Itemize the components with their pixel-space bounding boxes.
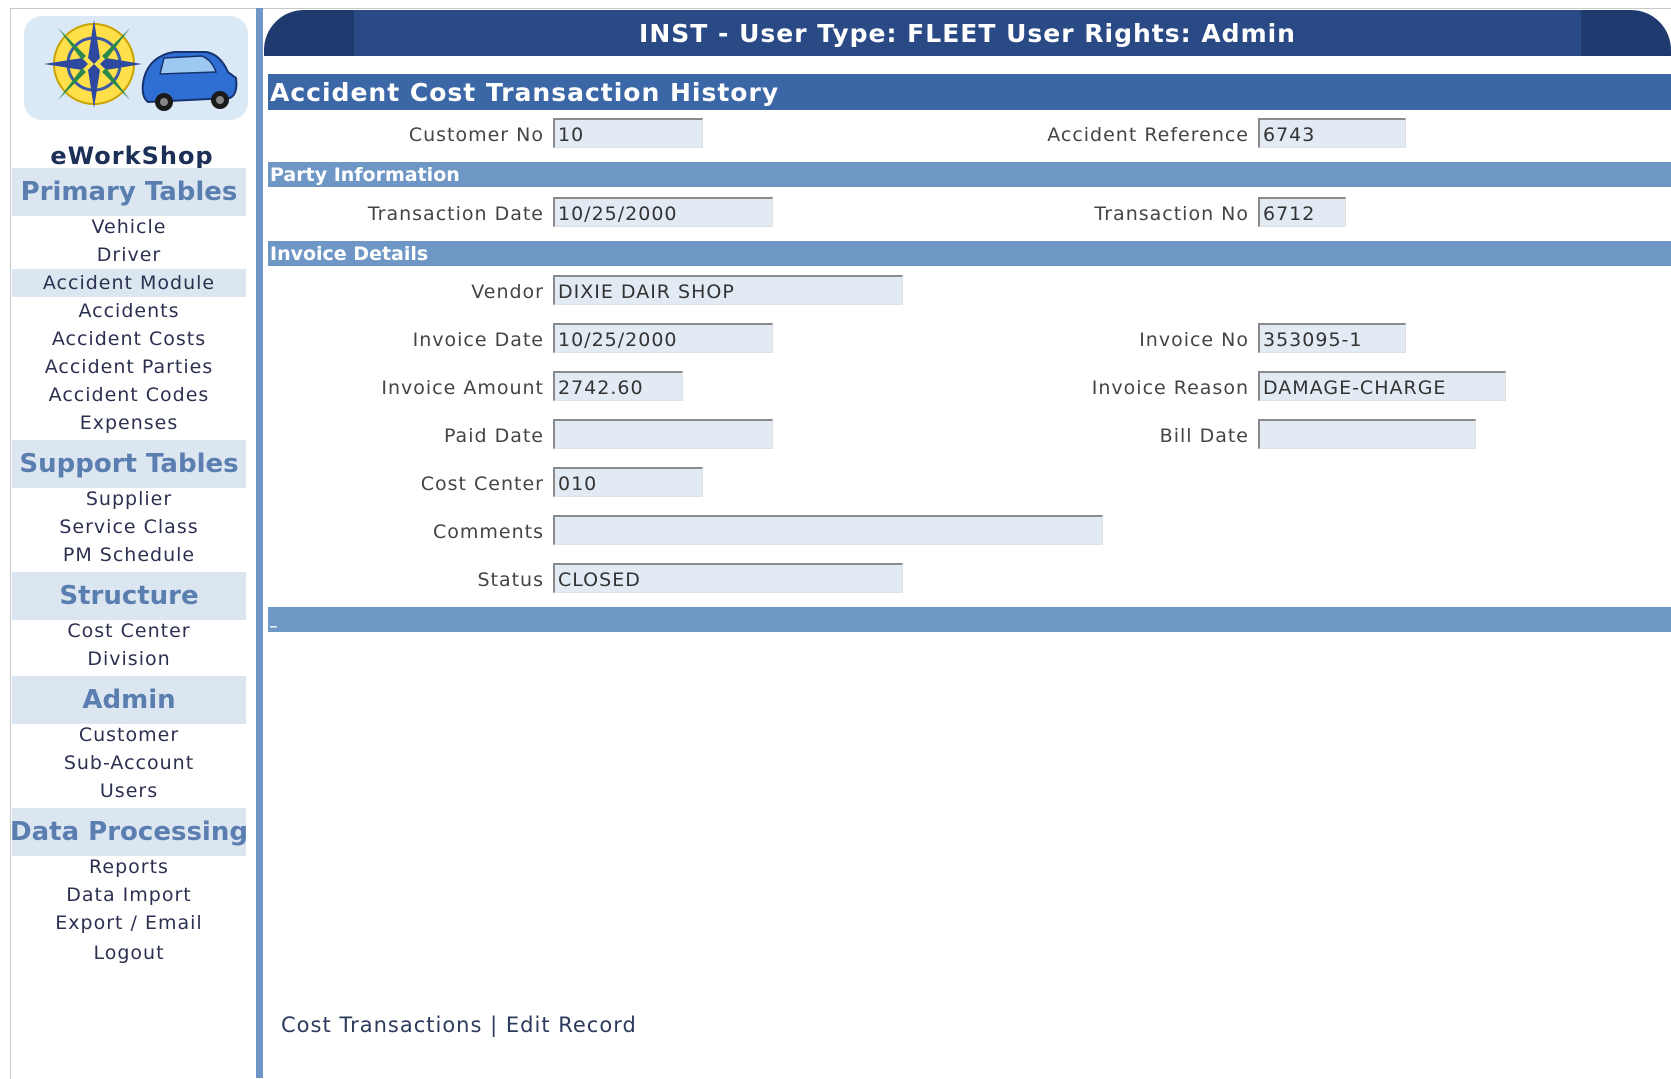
nav-item-cost-center[interactable]: Cost Center (12, 617, 246, 645)
invoice-no-label: Invoice No (1139, 329, 1249, 351)
invoice-reason-field[interactable]: DAMAGE-CHARGE (1258, 371, 1506, 401)
vendor-field[interactable]: DIXIE DAIR SHOP (553, 275, 903, 305)
bill-date-field[interactable] (1258, 419, 1476, 449)
comments-field[interactable] (553, 515, 1103, 545)
nav-item-accident-codes[interactable]: Accident Codes (12, 381, 246, 409)
nav-item-sub-account[interactable]: Sub-Account (12, 749, 246, 777)
paid-date-label: Paid Date (443, 425, 544, 447)
vendor-label: Vendor (471, 281, 544, 303)
accident-reference-label: Accident Reference (1047, 124, 1249, 146)
party-information-header: Party Information (268, 162, 1671, 187)
transaction-no-label: Transaction No (1094, 203, 1249, 225)
invoice-date-field[interactable]: 10/25/2000 (553, 323, 773, 353)
customer-no-label: Customer No (408, 124, 544, 146)
nav-item-supplier[interactable]: Supplier (12, 485, 246, 513)
comments-label: Comments (433, 521, 544, 543)
cost-transactions-link[interactable]: Cost Transactions (281, 1013, 482, 1037)
nav-heading-data-processing: Data Processing (10, 808, 248, 856)
nav-item-pm-schedule[interactable]: PM Schedule (12, 541, 246, 569)
brand-name: eWorkShop (50, 142, 214, 170)
page-title: Accident Cost Transaction History (268, 74, 1671, 110)
nav-item-reports[interactable]: Reports (12, 853, 246, 881)
nav-item-accident-module[interactable]: Accident Module (12, 269, 246, 297)
banner-title: INST - User Type: FLEET User Rights: Adm… (354, 10, 1581, 56)
nav-item-driver[interactable]: Driver (12, 241, 246, 269)
invoice-no-field[interactable]: 353095-1 (1258, 323, 1406, 353)
nav-item-export-email[interactable]: Export / Email (12, 909, 246, 937)
nav-heading-admin: Admin (12, 676, 246, 724)
nav-item-service-class[interactable]: Service Class (12, 513, 246, 541)
cost-center-field[interactable]: 010 (553, 467, 703, 497)
bill-date-label: Bill Date (1159, 425, 1249, 447)
edit-record-link[interactable]: Edit Record (506, 1013, 637, 1037)
sidebar: eWorkShop Primary Tables Vehicle Driver … (10, 10, 254, 1078)
invoice-details-header: Invoice Details (268, 241, 1671, 266)
status-label: Status (477, 569, 544, 591)
nav-item-division[interactable]: Division (12, 645, 246, 673)
accident-reference-field[interactable]: 6743 (1258, 118, 1406, 148)
status-field[interactable]: CLOSED (553, 563, 903, 593)
transaction-no-field[interactable]: 6712 (1258, 197, 1346, 227)
invoice-date-label: Invoice Date (412, 329, 544, 351)
header-banner: INST - User Type: FLEET User Rights: Adm… (264, 10, 1671, 56)
cost-center-label: Cost Center (420, 473, 544, 495)
nav-item-expenses[interactable]: Expenses (12, 409, 246, 437)
nav-item-accidents[interactable]: Accidents (12, 297, 246, 325)
invoice-amount-field[interactable]: 2742.60 (553, 371, 683, 401)
transaction-date-label: Transaction Date (367, 203, 544, 225)
compass-car-icon (44, 20, 238, 111)
nav-item-customer[interactable]: Customer (12, 721, 246, 749)
nav-item-accident-costs[interactable]: Accident Costs (12, 325, 246, 353)
nav-heading-support-tables: Support Tables (12, 440, 246, 488)
customer-no-field[interactable]: 10 (553, 118, 703, 148)
footer-links: Cost Transactions | Edit Record (281, 1013, 637, 1037)
app-logo (24, 16, 248, 120)
paid-date-field[interactable] (553, 419, 773, 449)
nav-item-users[interactable]: Users (12, 777, 246, 805)
invoice-amount-label: Invoice Amount (381, 377, 544, 399)
nav-heading-structure: Structure (12, 572, 246, 620)
link-separator: | (490, 1013, 499, 1037)
sidebar-divider (256, 8, 263, 1078)
nav-item-accident-parties[interactable]: Accident Parties (12, 353, 246, 381)
transaction-date-field[interactable]: 10/25/2000 (553, 197, 773, 227)
nav-item-logout[interactable]: Logout (12, 939, 246, 967)
footer-bar: _ (268, 607, 1671, 632)
nav-item-data-import[interactable]: Data Import (12, 881, 246, 909)
nav-heading-primary-tables: Primary Tables (12, 168, 246, 216)
invoice-reason-label: Invoice Reason (1091, 377, 1249, 399)
nav-item-vehicle[interactable]: Vehicle (12, 213, 246, 241)
